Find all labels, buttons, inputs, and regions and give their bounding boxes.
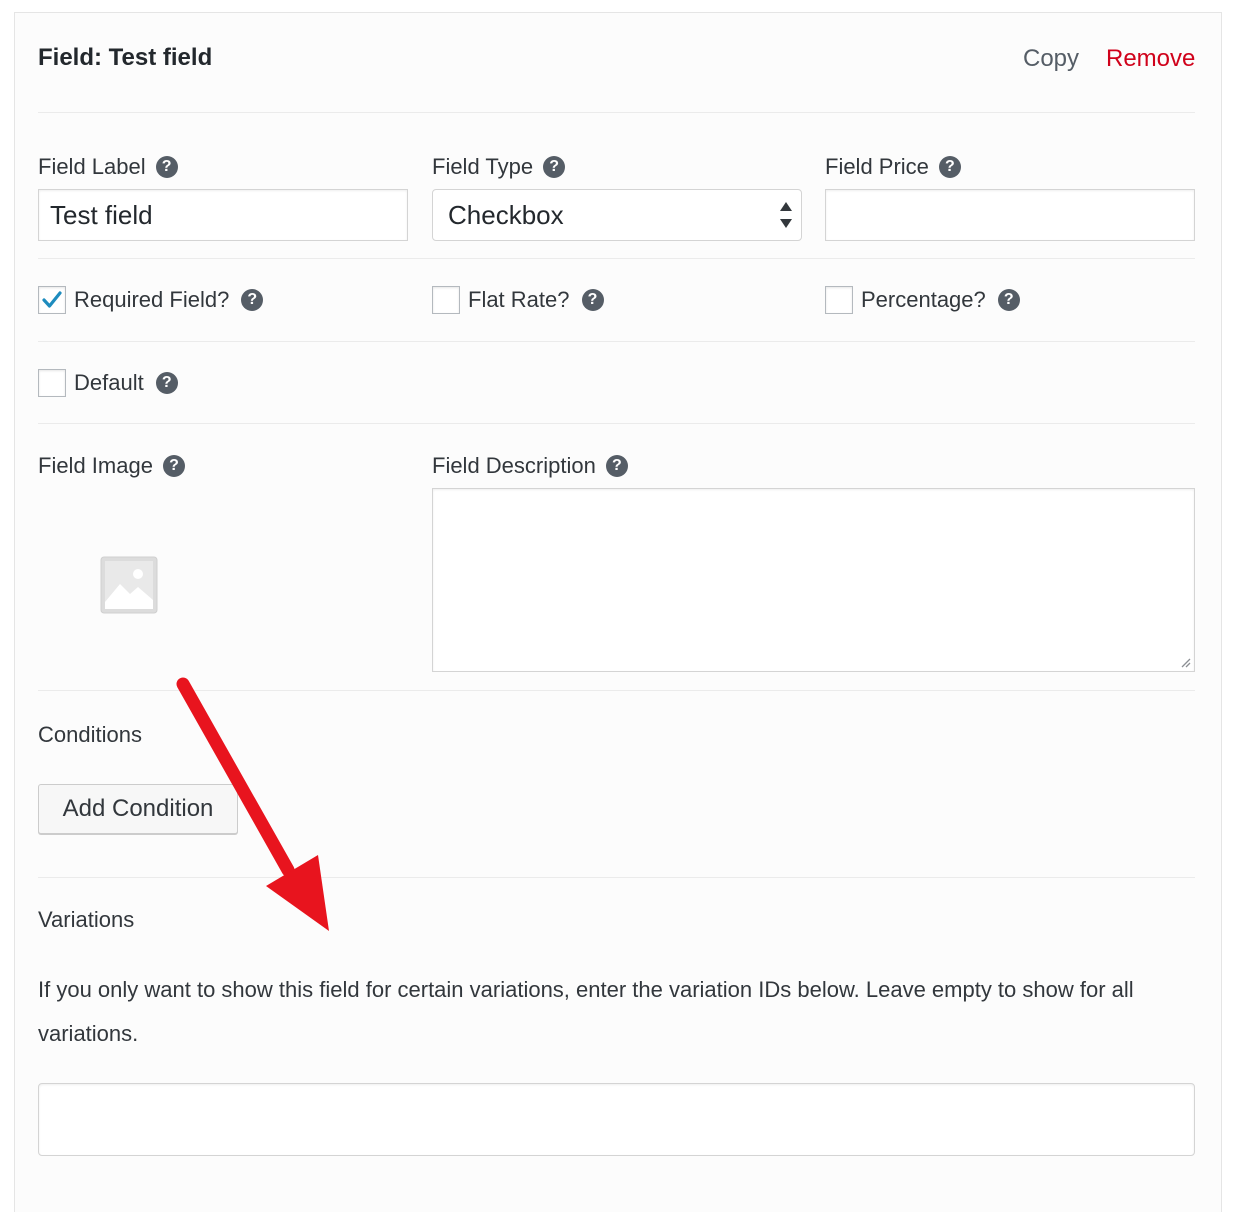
required-field-checkbox[interactable] bbox=[38, 286, 66, 314]
resize-handle-icon[interactable] bbox=[1179, 656, 1191, 668]
image-placeholder-icon bbox=[100, 556, 158, 614]
checkmark-icon bbox=[42, 291, 62, 308]
field-image-upload[interactable] bbox=[38, 488, 224, 670]
field-title: Field: Test field bbox=[38, 44, 213, 71]
required-field-option: Required Field? ? bbox=[38, 286, 264, 314]
field-price-input[interactable] bbox=[825, 189, 1195, 241]
flat-rate-label: Flat Rate? bbox=[468, 287, 570, 312]
field-image-text: Field Image bbox=[38, 453, 153, 478]
variation-ids-input[interactable] bbox=[38, 1083, 1195, 1156]
remove-link[interactable]: Remove bbox=[1106, 45, 1195, 73]
field-type-text: Field Type bbox=[432, 154, 534, 179]
required-field-label: Required Field? bbox=[74, 287, 230, 312]
divider bbox=[38, 341, 1195, 342]
field-price-text: Field Price bbox=[825, 154, 929, 179]
help-icon[interactable]: ? bbox=[605, 455, 628, 477]
field-type-select[interactable]: Checkbox bbox=[432, 189, 802, 241]
field-image-label: Field Image ? bbox=[38, 453, 185, 479]
help-icon[interactable]: ? bbox=[155, 156, 178, 178]
default-option: Default ? bbox=[38, 369, 178, 397]
default-checkbox[interactable] bbox=[38, 369, 66, 397]
field-type-selected: Checkbox bbox=[448, 199, 564, 230]
select-arrows-icon bbox=[780, 202, 792, 228]
percentage-option: Percentage? ? bbox=[825, 286, 1020, 314]
help-icon[interactable]: ? bbox=[938, 156, 961, 178]
divider bbox=[38, 423, 1195, 424]
help-icon[interactable]: ? bbox=[241, 289, 264, 311]
help-icon[interactable]: ? bbox=[581, 289, 604, 311]
conditions-heading: Conditions bbox=[38, 722, 142, 747]
variations-heading: Variations bbox=[38, 907, 135, 932]
field-label-input[interactable]: Test field bbox=[38, 189, 408, 241]
help-icon[interactable]: ? bbox=[155, 372, 178, 394]
percentage-checkbox[interactable] bbox=[825, 286, 853, 314]
divider bbox=[38, 690, 1195, 691]
flat-rate-option: Flat Rate? ? bbox=[432, 286, 604, 314]
default-label: Default bbox=[74, 370, 144, 395]
divider bbox=[38, 112, 1195, 113]
divider bbox=[38, 258, 1195, 259]
field-price-label: Field Price ? bbox=[825, 154, 961, 180]
divider bbox=[38, 877, 1195, 878]
field-type-label: Field Type ? bbox=[432, 154, 566, 180]
field-label-text: Field Label bbox=[38, 154, 146, 179]
field-description-text: Field Description bbox=[432, 453, 596, 478]
flat-rate-checkbox[interactable] bbox=[432, 286, 460, 314]
percentage-label: Percentage? bbox=[861, 287, 986, 312]
help-icon[interactable]: ? bbox=[543, 156, 566, 178]
field-label-label: Field Label ? bbox=[38, 154, 178, 180]
field-description-label: Field Description ? bbox=[432, 453, 628, 479]
copy-link[interactable]: Copy bbox=[1023, 45, 1079, 73]
add-condition-button[interactable]: Add Condition bbox=[38, 784, 238, 834]
field-description-textarea[interactable] bbox=[432, 488, 1195, 672]
variations-help-text: If you only want to show this field for … bbox=[38, 977, 1134, 1046]
help-icon[interactable]: ? bbox=[162, 455, 185, 477]
help-icon[interactable]: ? bbox=[997, 289, 1020, 311]
